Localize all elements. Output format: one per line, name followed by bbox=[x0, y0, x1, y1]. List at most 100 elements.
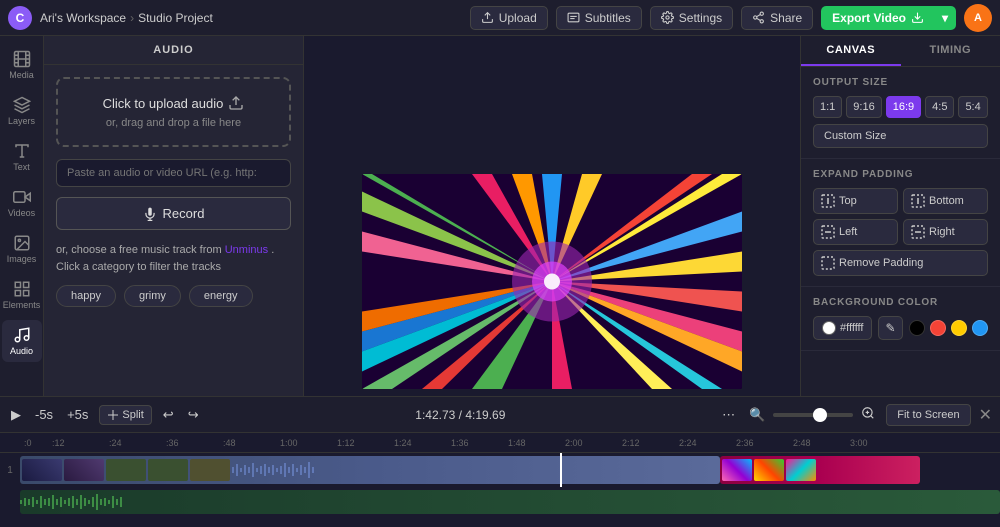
expand-top[interactable]: Top bbox=[813, 188, 898, 214]
swirl-art bbox=[362, 174, 742, 389]
color-yellow[interactable] bbox=[951, 320, 967, 336]
image-icon bbox=[13, 234, 31, 252]
timeline-clip-colorful[interactable] bbox=[720, 456, 920, 484]
timeline-settings-button[interactable]: ⋯ bbox=[719, 404, 738, 426]
minus5-button[interactable]: -5s bbox=[32, 404, 56, 425]
bg-color-section: BACKGROUND COLOR #ffffff ✎ bbox=[801, 287, 1000, 351]
expand-label: EXPAND PADDING bbox=[813, 169, 988, 180]
sidebar-item-media[interactable]: Media bbox=[2, 44, 42, 86]
time-display: 1:42.73 / 4:19.69 bbox=[415, 408, 505, 422]
color-swatch[interactable]: #ffffff bbox=[813, 316, 872, 340]
timeline-clip-main[interactable] bbox=[20, 456, 720, 484]
tab-timing[interactable]: TIMING bbox=[901, 36, 1000, 66]
ruler-mark: 1:12 bbox=[337, 438, 394, 448]
size-1-1[interactable]: 1:1 bbox=[813, 96, 842, 118]
ruler-mark: :24 bbox=[109, 438, 166, 448]
share-button[interactable]: Share bbox=[741, 6, 813, 30]
redo-button[interactable]: ↪ bbox=[185, 404, 202, 426]
waveform bbox=[232, 459, 632, 481]
size-16-9[interactable]: 16:9 bbox=[886, 96, 921, 118]
size-5-4[interactable]: 5:4 bbox=[958, 96, 987, 118]
sidebar-item-label: Text bbox=[13, 162, 30, 172]
expand-padding-section: EXPAND PADDING Top Bottom Left Right bbox=[801, 159, 1000, 287]
expand-bottom[interactable]: Bottom bbox=[903, 188, 988, 214]
upload-text: Click to upload audio bbox=[103, 95, 245, 111]
sidebar-item-images[interactable]: Images bbox=[2, 228, 42, 270]
project-name: Studio Project bbox=[138, 11, 213, 25]
settings-button[interactable]: Settings bbox=[650, 6, 733, 30]
app-logo: C bbox=[8, 6, 32, 30]
tag-grimy[interactable]: grimy bbox=[124, 285, 181, 307]
topbar: C Ari's Workspace › Studio Project Uploa… bbox=[0, 0, 1000, 36]
upload-button[interactable]: Upload bbox=[470, 6, 548, 30]
ruler-mark: :48 bbox=[223, 438, 280, 448]
ruler-mark: 2:12 bbox=[622, 438, 679, 448]
zoom-out-button[interactable]: 🔍 bbox=[746, 404, 768, 426]
expand-left[interactable]: Left bbox=[813, 219, 898, 245]
play-button[interactable]: ▶ bbox=[8, 404, 24, 426]
export-button[interactable]: Export Video bbox=[821, 6, 934, 30]
text-icon bbox=[13, 142, 31, 160]
ruler-mark: 3:00 bbox=[850, 438, 907, 448]
timeline-controls: ▶ -5s +5s Split ↩ ↪ 1:42.73 / 4:19.69 ⋯ … bbox=[0, 397, 1000, 433]
track-content-2 bbox=[20, 487, 1000, 517]
color-dots bbox=[909, 320, 988, 336]
timeline: ▶ -5s +5s Split ↩ ↪ 1:42.73 / 4:19.69 ⋯ … bbox=[0, 396, 1000, 526]
ruler-mark: 1:00 bbox=[280, 438, 337, 448]
size-9-16[interactable]: 9:16 bbox=[846, 96, 881, 118]
mic-icon bbox=[143, 207, 157, 221]
fit-screen-button[interactable]: Fit to Screen bbox=[886, 404, 970, 426]
avatar: A bbox=[964, 4, 992, 32]
color-blue[interactable] bbox=[972, 320, 988, 336]
tag-energy[interactable]: energy bbox=[189, 285, 253, 307]
main-area: Media Layers Text Videos Images Elements… bbox=[0, 36, 1000, 526]
remove-padding-icon bbox=[821, 256, 835, 270]
tab-canvas[interactable]: CANVAS bbox=[801, 36, 901, 66]
upload-area[interactable]: Click to upload audio or, drag and drop … bbox=[56, 77, 291, 147]
ruler-mark: 1:24 bbox=[394, 438, 451, 448]
elements-icon bbox=[13, 280, 31, 298]
sidebar-item-audio[interactable]: Audio bbox=[2, 320, 42, 362]
url-input[interactable] bbox=[56, 159, 291, 187]
top-padding-icon bbox=[821, 194, 835, 208]
remove-padding-button[interactable]: Remove Padding bbox=[813, 250, 988, 276]
output-size-section: OUTPUT SIZE 1:1 9:16 16:9 4:5 5:4 Custom… bbox=[801, 67, 1000, 159]
timeline-tracks: 1 bbox=[0, 453, 1000, 527]
plus5-button[interactable]: +5s bbox=[64, 404, 91, 425]
tag-happy[interactable]: happy bbox=[56, 285, 116, 307]
zoom-row: 🔍 bbox=[746, 403, 878, 426]
ruler-mark: 2:48 bbox=[793, 438, 850, 448]
sidebar-item-label: Media bbox=[9, 70, 34, 80]
track-label-1: 1 bbox=[0, 465, 20, 476]
sidebar-item-elements[interactable]: Elements bbox=[2, 274, 42, 316]
color-red[interactable] bbox=[930, 320, 946, 336]
zoom-in-button[interactable] bbox=[858, 403, 878, 426]
sidebar-item-videos[interactable]: Videos bbox=[2, 182, 42, 224]
zoom-slider[interactable] bbox=[773, 413, 853, 417]
eyedropper-button[interactable]: ✎ bbox=[878, 316, 902, 340]
film-icon bbox=[13, 50, 31, 68]
timeline-playhead[interactable] bbox=[560, 453, 562, 487]
ruler-mark: 2:24 bbox=[679, 438, 736, 448]
color-black[interactable] bbox=[909, 320, 925, 336]
upload-sub: or, drag and drop a file here bbox=[106, 117, 241, 129]
music-description: or, choose a free music track from Unmin… bbox=[56, 242, 291, 275]
close-timeline-button[interactable]: ✕ bbox=[979, 405, 992, 425]
split-button[interactable]: Split bbox=[99, 405, 151, 425]
timeline-track-2 bbox=[0, 487, 1000, 517]
export-arrow-button[interactable]: ▾ bbox=[934, 6, 956, 30]
undo-button[interactable]: ↩ bbox=[160, 404, 177, 426]
ruler-mark: :36 bbox=[166, 438, 223, 448]
size-4-5[interactable]: 4:5 bbox=[925, 96, 954, 118]
custom-size-button[interactable]: Custom Size bbox=[813, 124, 988, 148]
sidebar-item-text[interactable]: Text bbox=[2, 136, 42, 178]
record-button[interactable]: Record bbox=[56, 197, 291, 230]
subtitles-button[interactable]: Subtitles bbox=[556, 6, 642, 30]
track-content-1 bbox=[20, 453, 1000, 487]
unminus-link[interactable]: Unminus bbox=[225, 244, 268, 256]
upload-arrow-icon bbox=[228, 95, 244, 111]
workspace-link[interactable]: Ari's Workspace bbox=[40, 11, 126, 25]
expand-right[interactable]: Right bbox=[903, 219, 988, 245]
sidebar-item-layers[interactable]: Layers bbox=[2, 90, 42, 132]
timeline-track-1: 1 bbox=[0, 453, 1000, 487]
